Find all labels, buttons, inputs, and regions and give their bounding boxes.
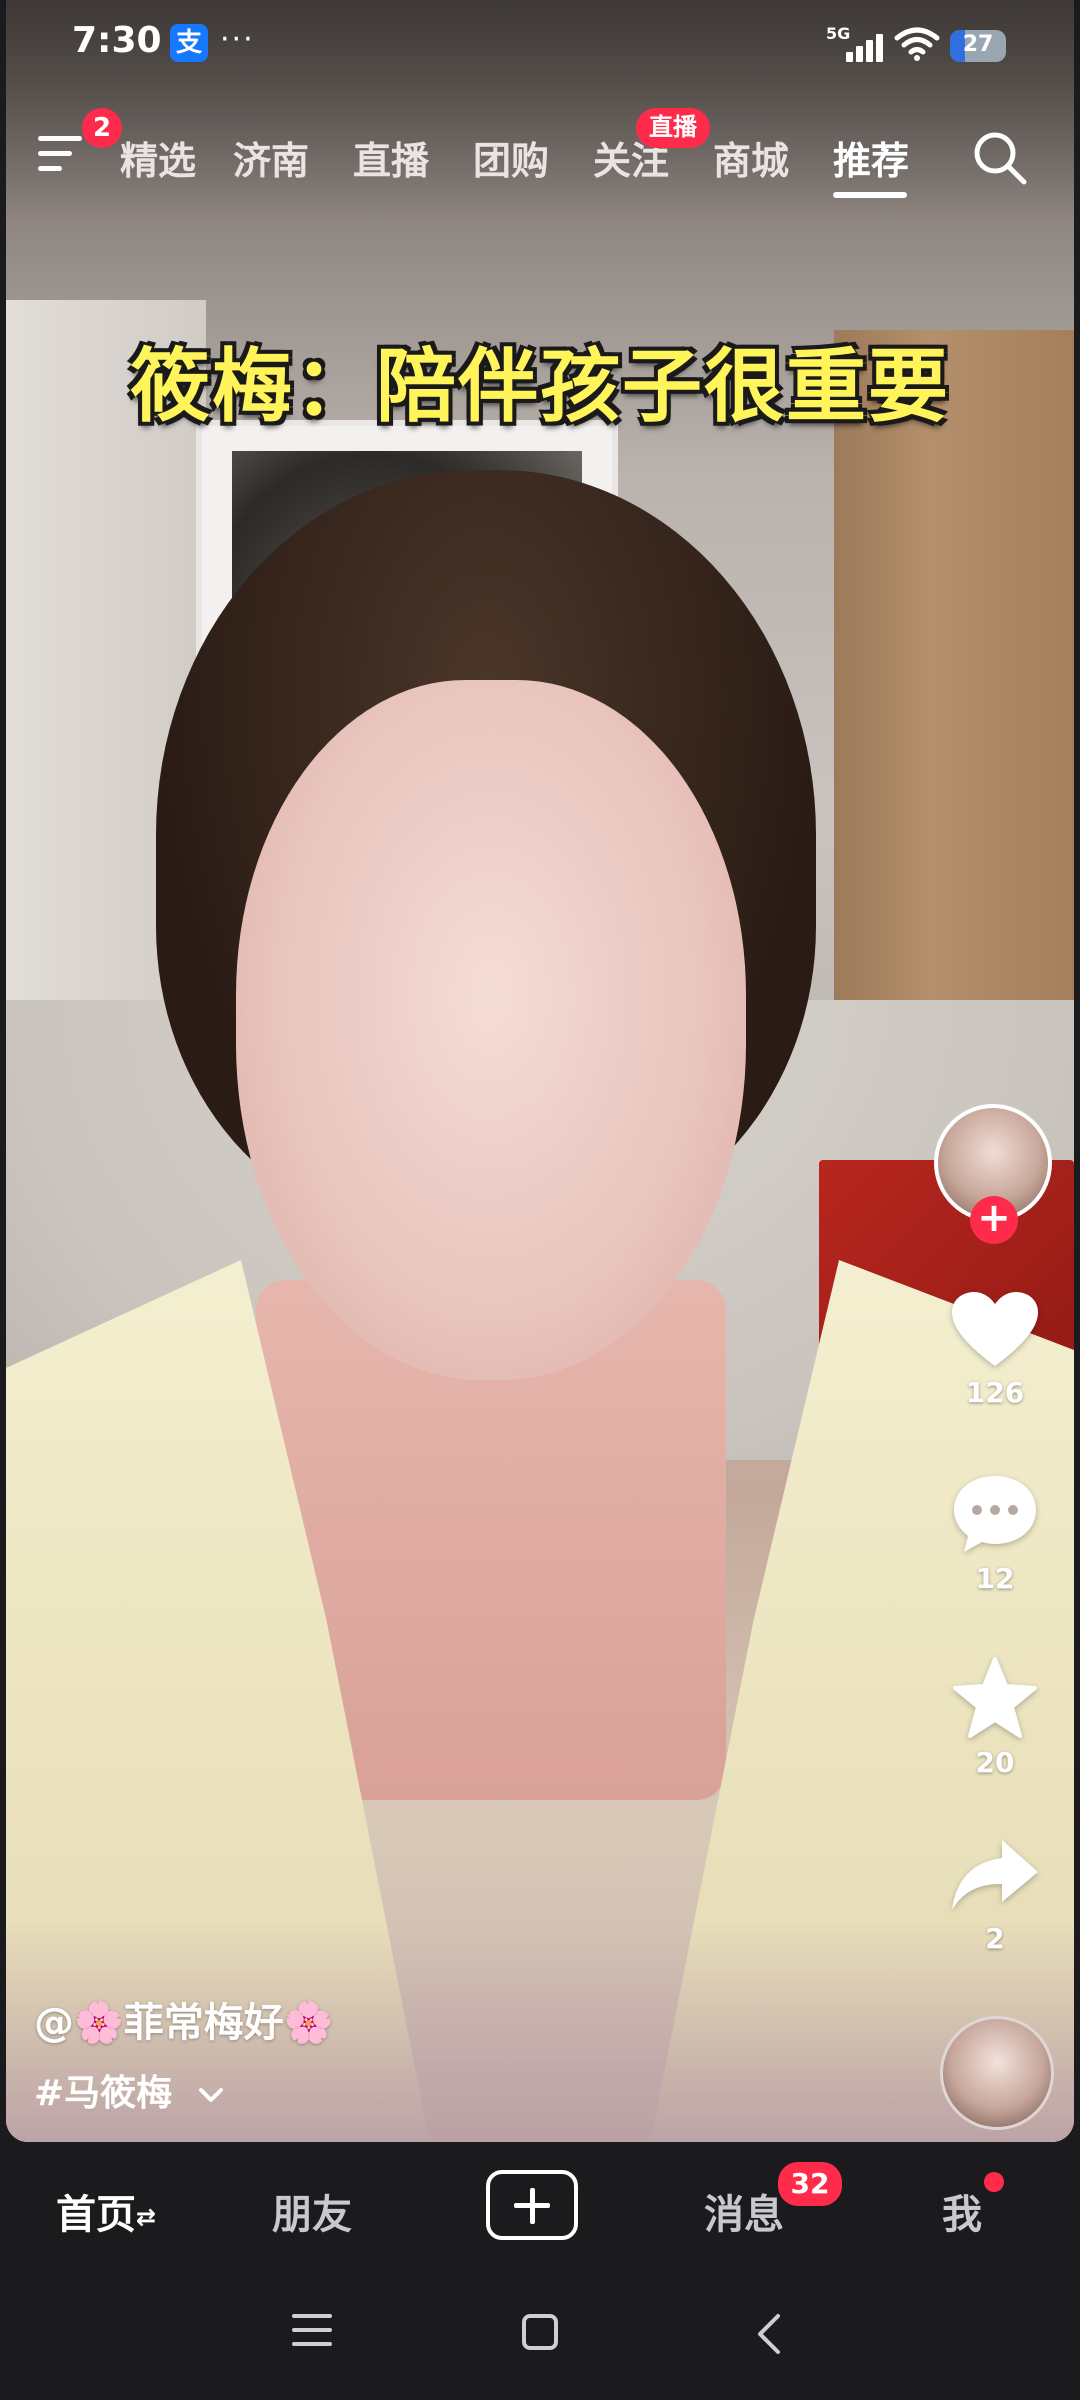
background-wood-panel [834, 330, 1074, 1050]
music-disc-avatar[interactable] [940, 2016, 1054, 2130]
messages-badge: 32 [778, 2162, 842, 2206]
tab-mall[interactable]: 商城 [713, 130, 789, 185]
battery-level: 27 [962, 32, 994, 57]
favorite-count: 20 [975, 1746, 1015, 1779]
person-face [236, 680, 746, 1380]
tab-featured[interactable]: 精选 [120, 130, 196, 185]
create-post-button[interactable] [486, 2170, 578, 2240]
recent-apps-icon[interactable] [290, 2312, 334, 2348]
tab-messages[interactable]: 消息 [704, 2182, 784, 2240]
tab-me[interactable]: 我 [942, 2182, 982, 2240]
share-count: 2 [985, 1922, 1005, 1955]
hashtag-text: #马筱梅 [34, 2073, 173, 2114]
like-button[interactable]: 126 [940, 1290, 1050, 1409]
alipay-icon: 支 [170, 24, 208, 62]
following-live-badge: 直播 [636, 108, 710, 148]
comment-count: 12 [975, 1562, 1015, 1595]
system-navigation-bar [0, 2260, 1080, 2400]
author-name[interactable]: @🌸菲常梅好🌸 [34, 1990, 334, 2048]
share-button[interactable]: 2 [940, 1836, 1050, 1955]
signal-icon [842, 32, 883, 62]
like-count: 126 [965, 1376, 1025, 1409]
tab-live[interactable]: 直播 [353, 130, 429, 185]
battery-icon: 27 [950, 30, 1006, 62]
chevron-down-icon [198, 2088, 223, 2102]
hashtag-link[interactable]: #马筱梅 [34, 2064, 225, 2116]
tab-recommended[interactable]: 推荐 [833, 130, 909, 185]
tab-group-buy[interactable]: 团购 [473, 130, 549, 185]
comment-button[interactable]: 12 [940, 1472, 1050, 1595]
status-time: 7:30 [72, 20, 162, 61]
tab-home[interactable]: 首页⇄ [56, 2182, 156, 2240]
back-icon[interactable] [752, 2312, 784, 2356]
bottom-tab-bar: 首页⇄ 朋友 消息 32 我 [0, 2150, 1080, 2260]
video-caption: 筱梅：陪伴孩子很重要 [130, 339, 950, 433]
comment-icon [954, 1476, 1036, 1552]
home-icon[interactable] [520, 2312, 560, 2352]
tab-local[interactable]: 济南 [233, 130, 309, 185]
heart-icon [952, 1292, 1038, 1366]
star-icon [953, 1657, 1037, 1738]
top-nav: 2 精选 济南 直播 团购 关注 直播 商城 推荐 [0, 108, 1080, 210]
switch-icon: ⇄ [136, 2203, 157, 2231]
follow-button[interactable]: + [970, 1196, 1018, 1244]
more-notifications-icon: ··· [220, 22, 255, 57]
status-bar: 7:30 支 ··· 5G 27 [0, 0, 1080, 90]
active-tab-indicator [833, 192, 907, 198]
tab-home-label: 首页 [56, 2192, 136, 2238]
wifi-icon [894, 27, 940, 61]
search-icon[interactable] [970, 128, 1030, 188]
share-icon [952, 1840, 1038, 1910]
me-notification-dot [984, 2172, 1004, 2192]
menu-badge: 2 [82, 108, 122, 148]
menu-button[interactable] [38, 134, 88, 174]
favorite-button[interactable]: 20 [940, 1656, 1050, 1779]
tab-friends[interactable]: 朋友 [272, 2182, 352, 2240]
